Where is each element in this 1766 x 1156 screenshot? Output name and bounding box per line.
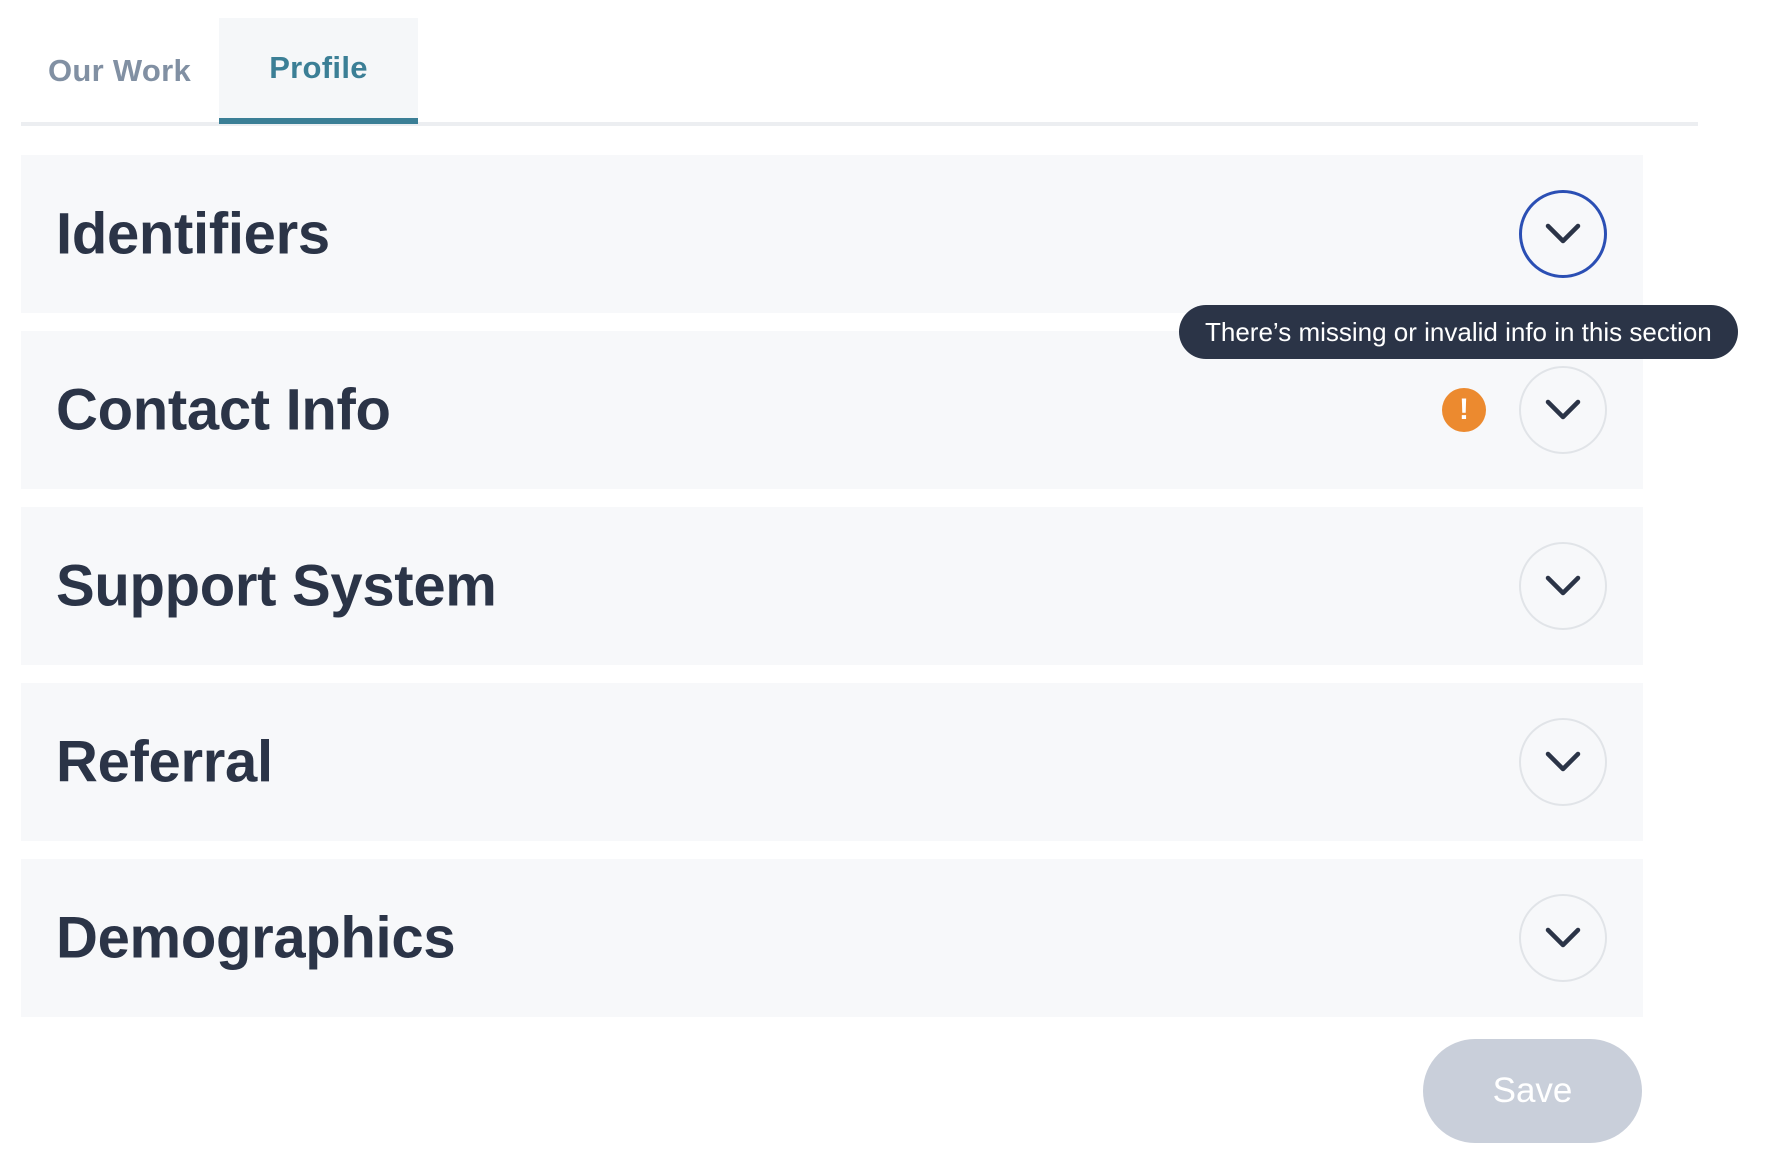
section-title-demographics: Demographics xyxy=(56,905,456,971)
chevron-down-icon xyxy=(1545,927,1581,948)
section-title-referral: Referral xyxy=(56,729,273,795)
section-title-contact-info: Contact Info xyxy=(56,377,391,443)
section-demographics[interactable]: Demographics xyxy=(21,859,1643,1017)
tab-our-work[interactable]: Our Work xyxy=(21,18,218,124)
section-referral[interactable]: Referral xyxy=(21,683,1643,841)
chevron-down-icon xyxy=(1545,575,1581,596)
tab-profile[interactable]: Profile xyxy=(219,18,418,124)
section-support-system[interactable]: Support System xyxy=(21,507,1643,665)
profile-tabs: Our Work Profile xyxy=(21,18,1698,126)
expand-support-system-button[interactable] xyxy=(1519,542,1607,630)
warning-tooltip: There’s missing or invalid info in this … xyxy=(1179,305,1738,359)
chevron-down-icon xyxy=(1545,223,1581,244)
chevron-down-icon xyxy=(1545,751,1581,772)
save-button[interactable]: Save xyxy=(1423,1039,1642,1143)
expand-referral-button[interactable] xyxy=(1519,718,1607,806)
exclamation-circle-icon: ! xyxy=(1442,388,1486,432)
section-title-identifiers: Identifiers xyxy=(56,201,330,267)
expand-identifiers-button[interactable] xyxy=(1519,190,1607,278)
section-title-support-system: Support System xyxy=(56,553,497,619)
expand-contact-info-button[interactable] xyxy=(1519,366,1607,454)
chevron-down-icon xyxy=(1545,399,1581,420)
section-identifiers[interactable]: Identifiers xyxy=(21,155,1643,313)
expand-demographics-button[interactable] xyxy=(1519,894,1607,982)
